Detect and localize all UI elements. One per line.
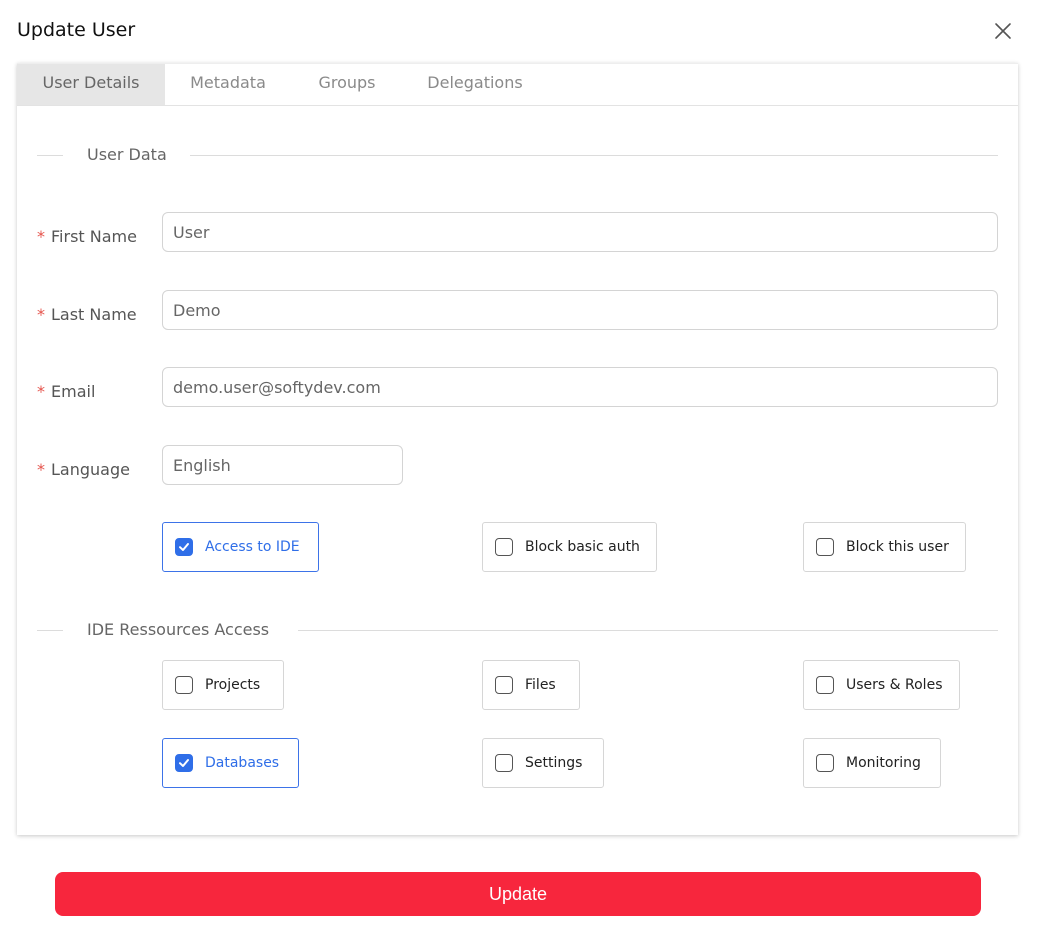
users-roles-label: Users & Roles <box>846 677 943 693</box>
access-to-ide-checkbox[interactable]: Access to IDE <box>162 522 319 572</box>
block-this-user-label: Block this user <box>846 539 949 555</box>
projects-label: Projects <box>205 677 261 693</box>
databases-checkbox[interactable]: Databases <box>162 738 299 788</box>
user-data-heading: User Data <box>87 145 167 164</box>
check-icon <box>179 543 189 551</box>
first-name-label: * First Name <box>37 227 137 246</box>
language-label: * Language <box>37 460 130 479</box>
user-form-panel: User Details Metadata Groups Delegations… <box>17 63 1018 835</box>
block-basic-auth-label: Block basic auth <box>525 539 640 555</box>
user-data-divider: User Data <box>37 145 998 165</box>
files-checkbox[interactable]: Files <box>482 660 580 710</box>
tab-user-details[interactable]: User Details <box>17 64 165 105</box>
settings-checkbox[interactable]: Settings <box>482 738 604 788</box>
close-button[interactable] <box>990 18 1016 44</box>
check-icon <box>179 759 189 767</box>
tab-metadata[interactable]: Metadata <box>165 64 291 105</box>
block-this-user-checkbox[interactable]: Block this user <box>803 522 966 572</box>
update-button[interactable]: Update <box>55 872 981 916</box>
users-roles-checkbox[interactable]: Users & Roles <box>803 660 960 710</box>
tab-delegations[interactable]: Delegations <box>403 64 547 105</box>
projects-checkbox[interactable]: Projects <box>162 660 284 710</box>
ide-access-heading: IDE Ressources Access <box>87 620 270 639</box>
settings-label: Settings <box>525 755 583 771</box>
last-name-label: * Last Name <box>37 305 137 324</box>
databases-label: Databases <box>205 755 280 771</box>
access-to-ide-label: Access to IDE <box>205 539 300 555</box>
email-input[interactable] <box>162 367 998 407</box>
tab-bar: User Details Metadata Groups Delegations <box>17 64 1018 106</box>
block-basic-auth-checkbox[interactable]: Block basic auth <box>482 522 657 572</box>
close-icon <box>995 23 1011 39</box>
last-name-input[interactable] <box>162 290 998 330</box>
tab-groups[interactable]: Groups <box>291 64 403 105</box>
first-name-input[interactable] <box>162 212 998 252</box>
monitoring-label: Monitoring <box>846 755 921 771</box>
files-label: Files <box>525 677 556 693</box>
dialog-title: Update User <box>17 19 136 41</box>
monitoring-checkbox[interactable]: Monitoring <box>803 738 941 788</box>
email-label: * Email <box>37 382 96 401</box>
language-select[interactable] <box>162 445 403 485</box>
ide-access-divider: IDE Ressources Access <box>37 620 998 640</box>
